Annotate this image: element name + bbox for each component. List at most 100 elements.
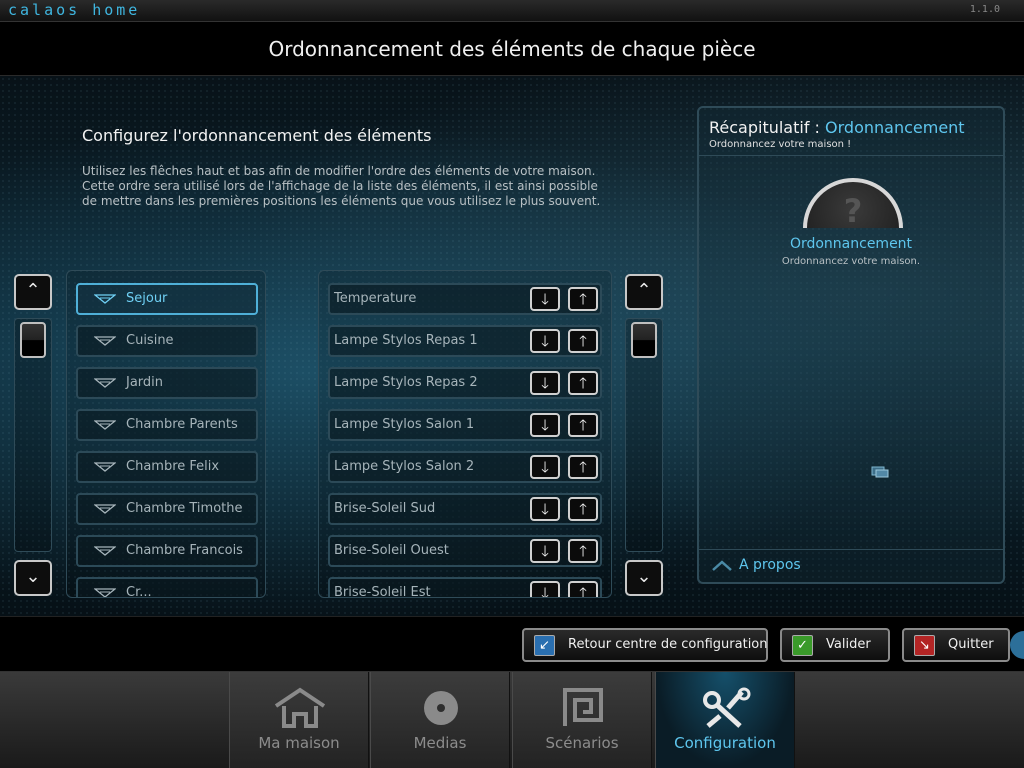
tab-label: Ma maison <box>258 734 340 752</box>
arrow-down-icon: 🡓 <box>541 500 549 518</box>
recap-dial: ? <box>803 178 903 228</box>
element-row: Lampe Stylos Repas 1 🡓 🡑 <box>328 325 602 357</box>
move-down-button[interactable]: 🡓 <box>530 539 560 563</box>
element-row: Temperature 🡓 🡑 <box>328 283 602 315</box>
room-icon <box>94 294 116 304</box>
rooms-scroll-thumb[interactable] <box>20 322 46 358</box>
move-up-button[interactable]: 🡑 <box>568 581 598 598</box>
recap-header: Récapitulatif : Ordonnancement Ordonnanc… <box>699 108 1003 156</box>
move-down-button[interactable]: 🡓 <box>530 329 560 353</box>
arrow-down-icon: 🡓 <box>541 416 549 434</box>
rooms-scrollbar[interactable] <box>14 318 52 552</box>
back-arrow-icon: ↙ <box>534 635 555 656</box>
room-item[interactable]: Chambre Francois <box>76 535 258 567</box>
arrow-up-icon: 🡑 <box>579 290 587 308</box>
recap-title-accent: Ordonnancement <box>825 118 965 137</box>
tools-icon <box>703 687 751 728</box>
room-label: Chambre Felix <box>126 459 220 474</box>
description-line: de mettre dans les premières positions l… <box>82 194 601 208</box>
validate-label: Valider <box>826 637 871 652</box>
chevron-down-icon: ⌄ <box>25 566 41 587</box>
element-label: Temperature <box>334 291 417 306</box>
element-row: Lampe Stylos Salon 1 🡓 🡑 <box>328 409 602 441</box>
question-mark: ? <box>843 192 863 228</box>
tab-label: Scénarios <box>545 734 619 752</box>
move-down-button[interactable]: 🡓 <box>530 413 560 437</box>
room-item[interactable]: Cr... <box>76 577 258 597</box>
move-up-button[interactable]: 🡑 <box>568 287 598 311</box>
move-up-button[interactable]: 🡑 <box>568 329 598 353</box>
move-up-button[interactable]: 🡑 <box>568 413 598 437</box>
arrow-down-icon: 🡓 <box>541 542 549 560</box>
arrow-down-icon: 🡓 <box>541 290 549 308</box>
move-down-button[interactable]: 🡓 <box>530 497 560 521</box>
tab-configuration[interactable]: Configuration <box>655 672 795 768</box>
arrow-down-icon: 🡓 <box>541 584 549 598</box>
room-icon <box>94 504 116 514</box>
element-label: Lampe Stylos Repas 2 <box>334 375 478 390</box>
element-label: Lampe Stylos Repas 1 <box>334 333 478 348</box>
nav-bar: Ma maison Medias Scénarios Configuration <box>0 672 1024 768</box>
recap-item-subtitle: Ordonnancez votre maison. <box>781 256 921 267</box>
tab-medias[interactable]: Medias <box>370 672 510 768</box>
page-title: Ordonnancement des éléments de chaque pi… <box>268 37 756 61</box>
move-down-button[interactable]: 🡓 <box>530 287 560 311</box>
move-down-button[interactable]: 🡓 <box>530 455 560 479</box>
room-icon <box>94 462 116 472</box>
elements-scrollbar[interactable] <box>625 318 663 552</box>
tab-label: Configuration <box>674 734 776 752</box>
elements-scroll-down-button[interactable]: ⌄ <box>625 560 663 596</box>
element-label: Brise-Soleil Est <box>334 585 431 598</box>
room-label: Sejour <box>126 291 168 306</box>
room-label: Jardin <box>126 375 164 390</box>
quit-button[interactable]: ↘ Quitter <box>902 628 1010 662</box>
version-label: 1.1.0 <box>969 4 1000 15</box>
title-bar: Ordonnancement des éléments de chaque pi… <box>0 22 1024 76</box>
element-row: Lampe Stylos Repas 2 🡓 🡑 <box>328 367 602 399</box>
question-icon: ? <box>803 178 903 228</box>
room-label: Chambre Timothe <box>126 501 243 516</box>
recap-panel: Récapitulatif : Ordonnancement Ordonnanc… <box>697 106 1005 584</box>
room-item[interactable]: Chambre Parents <box>76 409 258 441</box>
room-icon <box>94 588 116 597</box>
arrow-up-icon: 🡑 <box>579 458 587 476</box>
chevron-up-icon <box>712 560 732 571</box>
move-up-button[interactable]: 🡑 <box>568 539 598 563</box>
element-label: Lampe Stylos Salon 1 <box>334 417 475 432</box>
about-label: A propos <box>739 557 801 573</box>
move-up-button[interactable]: 🡑 <box>568 455 598 479</box>
top-bar: calaos home 1.1.0 <box>0 0 1024 22</box>
room-icon <box>94 336 116 346</box>
move-up-button[interactable]: 🡑 <box>568 371 598 395</box>
elements-scroll-up-button[interactable]: ⌃ <box>625 274 663 310</box>
about-link[interactable]: A propos <box>699 549 1003 582</box>
description-line: Utilisez les flêches haut et bas afin de… <box>82 164 596 178</box>
validate-button[interactable]: ✓ Valider <box>780 628 890 662</box>
room-item[interactable]: Sejour <box>76 283 258 315</box>
room-item[interactable]: Chambre Felix <box>76 451 258 483</box>
elements-scroll-thumb[interactable] <box>631 322 657 358</box>
move-down-button[interactable]: 🡓 <box>530 581 560 598</box>
rooms-scroll-up-button[interactable]: ⌃ <box>14 274 52 310</box>
back-to-config-label: Retour centre de configuration <box>568 637 768 652</box>
brand-logo: calaos home <box>8 1 141 19</box>
action-bar: ↙ Retour centre de configuration ✓ Valid… <box>0 616 1024 672</box>
tab-scenarios[interactable]: Scénarios <box>512 672 652 768</box>
rooms-scroll-down-button[interactable]: ⌄ <box>14 560 52 596</box>
move-up-button[interactable]: 🡑 <box>568 497 598 521</box>
side-handle[interactable] <box>1010 631 1024 659</box>
move-down-button[interactable]: 🡓 <box>530 371 560 395</box>
spiral-icon <box>563 688 603 726</box>
element-label: Lampe Stylos Salon 2 <box>334 459 475 474</box>
arrow-up-icon: 🡑 <box>579 584 587 598</box>
tab-ma-maison[interactable]: Ma maison <box>229 672 369 768</box>
recap-title-prefix: Récapitulatif : <box>709 118 826 137</box>
room-icon <box>94 420 116 430</box>
back-to-config-button[interactable]: ↙ Retour centre de configuration <box>522 628 768 662</box>
element-row: Brise-Soleil Est 🡓 🡑 <box>328 577 602 598</box>
room-item[interactable]: Chambre Timothe <box>76 493 258 525</box>
elements-list: Temperature 🡓 🡑 Lampe Stylos Repas 1 🡓 🡑… <box>318 270 612 598</box>
description-line: Cette ordre sera utilisé lors de l'affic… <box>82 179 598 193</box>
room-item[interactable]: Cuisine <box>76 325 258 357</box>
room-item[interactable]: Jardin <box>76 367 258 399</box>
